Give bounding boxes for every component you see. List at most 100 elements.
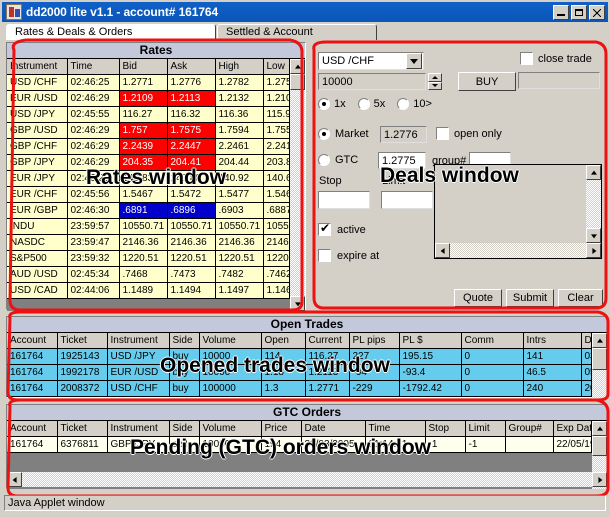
log-vertical-scrollbar[interactable] <box>586 165 601 243</box>
volume-stepper-down-icon[interactable] <box>428 81 442 90</box>
open_trades-column-header[interactable]: Volume <box>199 333 262 349</box>
rates-cell-bid: 2146.36 <box>119 234 168 251</box>
scroll-up-icon[interactable] <box>592 421 607 436</box>
limit-input[interactable] <box>381 191 433 209</box>
multiplier-radio-group[interactable]: 1x 5x 10> <box>318 98 432 110</box>
buy-button[interactable]: BUY <box>458 72 516 91</box>
active-checkbox[interactable] <box>318 221 331 236</box>
table-row[interactable]: GBP /CHF02:46:292.24392.24472.24612.2417 <box>7 138 290 155</box>
open_trades-column-header[interactable]: Current <box>305 333 350 349</box>
gtc_orders-column-header[interactable]: Volume <box>199 421 262 437</box>
table-row[interactable]: AUD /USD 02:45:34.7468.7473.7482.7462 <box>7 266 290 283</box>
log-scroll-down-icon[interactable] <box>586 228 601 243</box>
open_trades-column-header[interactable]: Date <box>581 333 592 349</box>
volume-stepper[interactable] <box>428 73 442 90</box>
log-scroll-up-icon[interactable] <box>586 165 601 180</box>
gtc_orders-cell: -1 <box>465 436 506 453</box>
volume-stepper-up-icon[interactable] <box>428 73 442 82</box>
market-order-row[interactable]: Market <box>318 128 369 140</box>
gtc_orders-column-header[interactable]: Date <box>301 421 366 437</box>
table-row[interactable]: GBP /USD02:46:291.7571.75751.75941.7553 <box>7 122 290 139</box>
open_trades-cell: -1792.42 <box>399 380 462 397</box>
chevron-down-icon[interactable] <box>406 53 422 69</box>
scroll-down-icon[interactable] <box>290 296 305 311</box>
log-scroll-left-icon[interactable] <box>435 243 450 258</box>
tab-rates-deals-orders[interactable]: Rates & Deals & Orders <box>6 24 216 40</box>
clear-button[interactable]: Clear <box>558 289 603 307</box>
multiplier-radio-10x[interactable] <box>397 98 410 110</box>
gtc_orders-column-header[interactable]: Ticket <box>57 421 108 437</box>
rates-vertical-scrollbar[interactable] <box>290 59 305 311</box>
gtc_orders-column-header[interactable]: Limit <box>465 421 506 437</box>
rates-column-header[interactable]: Bid <box>119 59 168 75</box>
table-row[interactable]: NASDC23:59:472146.362146.362146.362146.3… <box>7 234 290 251</box>
open_trades-column-header[interactable]: PL $ <box>399 333 462 349</box>
minimize-button[interactable] <box>553 4 569 20</box>
gtc-radio[interactable] <box>318 154 330 166</box>
rates-cell-high: 2.2461 <box>215 138 264 155</box>
close-trade-ticket-input[interactable] <box>518 72 600 89</box>
gtc_orders-column-header[interactable]: Price <box>261 421 302 437</box>
table-row[interactable]: 161764 2008372 USD /CHF buy 100000 1.3 1.2771-… <box>7 380 592 397</box>
maximize-button[interactable] <box>571 4 587 20</box>
submit-button[interactable]: Submit <box>506 289 554 307</box>
stop-input[interactable] <box>318 191 370 209</box>
open_trades-column-header[interactable]: Comm <box>461 333 524 349</box>
rates-cell-low: 1220.51 <box>263 250 290 267</box>
table-row[interactable]: EUR /USD02:46:291.21091.21131.21321.2102 <box>7 90 290 107</box>
gtc_orders-column-header[interactable]: Group# <box>505 421 554 437</box>
close-trade-control[interactable]: close trade <box>520 52 592 65</box>
table-row[interactable]: USD /CHF02:46:251.27711.27761.27821.2751 <box>7 74 290 91</box>
rates-column-header[interactable]: High <box>215 59 264 75</box>
gtc_orders-column-header[interactable]: Side <box>169 421 200 437</box>
expire-at-checkbox[interactable] <box>318 249 331 262</box>
annotation-gtc-orders-window: Pending (GTC) orders window <box>130 436 431 459</box>
rates-column-header[interactable]: Instrument <box>7 59 68 75</box>
table-row[interactable]: USD /CAD02:44:061.14891.14941.14971.1462 <box>7 282 290 299</box>
log-horizontal-scrollbar[interactable] <box>435 243 601 258</box>
open_trades-column-header[interactable]: PL pips <box>349 333 400 349</box>
active-control[interactable]: active <box>318 221 366 236</box>
volume-input[interactable]: 10000 <box>318 73 426 90</box>
rates-column-header[interactable]: Ask <box>167 59 216 75</box>
market-radio[interactable] <box>318 128 330 140</box>
rates-hscroll-track[interactable] <box>7 299 290 311</box>
scroll-up-icon[interactable] <box>290 59 305 74</box>
rates-column-header[interactable]: Low <box>263 59 290 75</box>
market-price-input[interactable]: 1.2776 <box>380 126 427 143</box>
close-trade-checkbox[interactable] <box>520 52 533 65</box>
open-trades-vertical-scrollbar[interactable] <box>592 333 607 399</box>
table-row[interactable]: INDU 23:59:57 10550.71 10550.71 10550.71 1055… <box>7 218 290 235</box>
table-row[interactable]: S&P50023:59:321220.511220.511220.511220.… <box>7 250 290 267</box>
open_trades-column-header[interactable]: Account <box>7 333 58 349</box>
instrument-select[interactable]: USD /CHF <box>318 52 424 70</box>
scroll-right-icon[interactable] <box>592 472 607 487</box>
open_trades-column-header[interactable]: Ticket <box>57 333 108 349</box>
gtc-orders-horizontal-scrollbar[interactable] <box>7 472 607 487</box>
table-row[interactable]: EUR /GBP 02:46:30.6891.6896.6903.6887 <box>7 202 290 219</box>
open_trades-column-header[interactable]: Instrument <box>107 333 170 349</box>
table-row[interactable]: USD /JPY02:45:55116.27116.32116.36115.94 <box>7 106 290 123</box>
log-scroll-right-icon[interactable] <box>586 243 601 258</box>
scroll-up-icon[interactable] <box>592 333 607 348</box>
gtc_orders-column-header[interactable]: Stop <box>425 421 466 437</box>
open-only-checkbox[interactable] <box>436 127 449 140</box>
gtc_orders-column-header[interactable]: Instrument <box>107 421 170 437</box>
tab-settled-account[interactable]: Settled & Account <box>217 24 377 40</box>
multiplier-label-1x: 1x <box>334 98 346 110</box>
rates-column-header[interactable]: Time <box>67 59 120 75</box>
open_trades-column-header[interactable]: Open <box>261 333 306 349</box>
gtc-order-row[interactable]: GTC <box>318 154 358 166</box>
gtc_orders-column-header[interactable]: Time <box>365 421 426 437</box>
multiplier-radio-5x[interactable] <box>357 98 370 110</box>
expire-at-control[interactable]: expire at <box>318 249 379 262</box>
multiplier-radio-1x[interactable] <box>318 98 330 110</box>
open-only-control[interactable]: open only <box>436 127 502 140</box>
scroll-left-icon[interactable] <box>7 472 22 487</box>
open_trades-column-header[interactable]: Side <box>169 333 200 349</box>
quote-button[interactable]: Quote <box>454 289 502 307</box>
close-button[interactable] <box>589 4 605 20</box>
open_trades-column-header[interactable]: Intrs <box>523 333 582 349</box>
gtc_orders-column-header[interactable]: Exp Date <box>553 421 592 437</box>
gtc_orders-column-header[interactable]: Account <box>7 421 58 437</box>
